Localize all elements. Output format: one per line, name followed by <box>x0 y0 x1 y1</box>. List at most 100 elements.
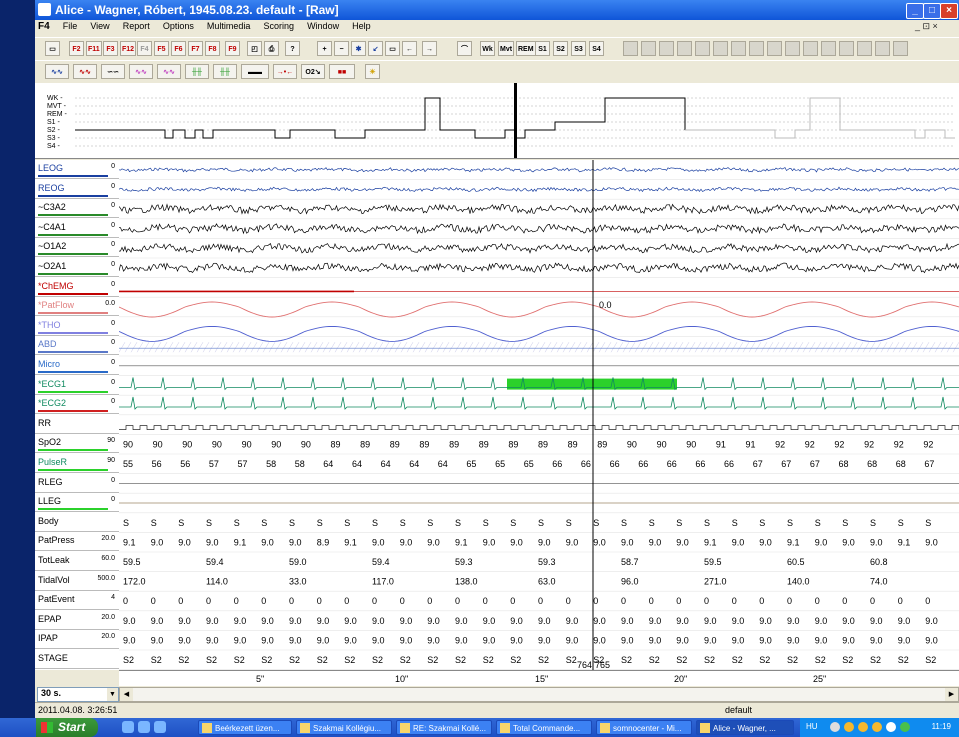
channel-row[interactable]: ~C3A2 0 <box>35 199 119 219</box>
tray-icon[interactable] <box>886 722 896 732</box>
event-ecg-icon[interactable]: ╫╫ <box>185 64 209 79</box>
event-eeg-icon[interactable]: ∿∿ <box>45 64 69 79</box>
blank-button[interactable] <box>677 41 692 56</box>
task-button-active[interactable]: Alice - Wagner, ... <box>696 720 794 735</box>
zoom-in-icon[interactable]: + <box>317 41 332 56</box>
lightbulb-icon[interactable]: ☀ <box>365 64 380 79</box>
channel-row[interactable]: *ECG2 0 <box>35 395 119 415</box>
event-resp-icon[interactable]: ∿∿ <box>129 64 153 79</box>
print-icon[interactable]: ⎙ <box>264 41 279 56</box>
maximize-button[interactable]: □ <box>923 3 941 19</box>
event-o2-button[interactable]: O2↘ <box>301 64 325 79</box>
blank-button[interactable] <box>695 41 710 56</box>
channel-row[interactable]: PatEvent 4 <box>35 591 119 611</box>
channel-row[interactable]: TidalVol 500.0 <box>35 572 119 591</box>
menu-options[interactable]: Options <box>158 20 199 32</box>
chevron-down-icon[interactable]: ▼ <box>107 688 118 701</box>
scroll-right-icon[interactable]: ▶ <box>945 688 958 701</box>
blank-button[interactable] <box>839 41 854 56</box>
scale-up-icon[interactable]: ✱ <box>351 41 366 56</box>
channel-row[interactable]: RLEG 0 <box>35 474 119 493</box>
channel-row[interactable]: REOG 0 <box>35 180 119 199</box>
toolbar-f9[interactable]: F9 <box>225 41 240 56</box>
channel-row[interactable]: TotLeak 60.0 <box>35 552 119 571</box>
stage-s3-button[interactable]: S3 <box>571 41 586 56</box>
blank-button[interactable] <box>641 41 656 56</box>
tray-icon[interactable] <box>830 722 840 732</box>
event-ecg2-icon[interactable]: ╫╫ <box>213 64 237 79</box>
stage-s1-button[interactable]: S1 <box>535 41 550 56</box>
scale-down-icon[interactable]: ↙ <box>368 41 383 56</box>
stage-rem-button[interactable]: REM <box>516 41 536 56</box>
blank-button[interactable] <box>893 41 908 56</box>
tray-icon[interactable] <box>900 722 910 732</box>
blank-button[interactable] <box>821 41 836 56</box>
close-button[interactable]: × <box>940 3 958 19</box>
event-flow-icon[interactable]: ∽∽ <box>101 64 125 79</box>
language-indicator[interactable]: HU <box>806 722 818 731</box>
stage-s4-button[interactable]: S4 <box>589 41 604 56</box>
menu-scoring[interactable]: Scoring <box>258 20 299 32</box>
back-arrow-icon[interactable]: ← <box>402 41 417 56</box>
epoch-length-select[interactable]: 30 s. ▼ <box>37 687 119 702</box>
channel-row[interactable]: IPAP 20.0 <box>35 630 119 650</box>
signal-plot[interactable]: 90 90 90 90 90 90 90 89 89 89 89 89 89 89 89 89 89 90 90 90… <box>119 160 959 670</box>
minimize-button[interactable]: _ <box>906 3 924 19</box>
blank-button[interactable] <box>713 41 728 56</box>
stage-s2-button[interactable]: S2 <box>553 41 568 56</box>
grid-icon[interactable]: ▭ <box>385 41 400 56</box>
hypnogram[interactable]: WK - MVT - REM - S1 - S2 - S3 - S4 - <box>35 83 959 159</box>
channel-row[interactable]: SpO2 90 <box>35 434 119 454</box>
stage-wk-button[interactable]: Wk <box>480 41 495 56</box>
help-icon[interactable]: ? <box>285 41 300 56</box>
tray-icon[interactable] <box>858 722 868 732</box>
toolbar-f3[interactable]: F3 <box>103 41 118 56</box>
preview-icon[interactable]: ◰ <box>247 41 262 56</box>
blank-button[interactable] <box>875 41 890 56</box>
forward-arrow-icon[interactable]: → <box>422 41 437 56</box>
menu-view[interactable]: View <box>85 20 114 32</box>
blank-button[interactable] <box>767 41 782 56</box>
mdi-controls[interactable]: _ ⊡ × <box>915 21 938 32</box>
scroll-left-icon[interactable]: ◀ <box>120 688 133 701</box>
event-limb-icon[interactable]: →•← <box>273 64 297 79</box>
channel-row[interactable]: *PatFlow 0.0 <box>35 297 119 317</box>
title-bar[interactable]: Alice - Wagner, Róbert, 1945.08.23. defa… <box>35 0 959 20</box>
toolbar-f4[interactable]: F4 <box>137 41 152 56</box>
menu-report[interactable]: Report <box>118 20 155 32</box>
event-snore-icon[interactable]: ■■ <box>329 64 355 79</box>
blank-button[interactable] <box>803 41 818 56</box>
start-button[interactable]: Start <box>36 718 98 737</box>
channel-row[interactable]: PatPress 20.0 <box>35 532 119 552</box>
channel-row[interactable]: LEOG 0 <box>35 160 119 179</box>
blank-button[interactable] <box>785 41 800 56</box>
open-icon[interactable]: ▭ <box>45 41 60 56</box>
menu-file[interactable]: File <box>58 20 83 32</box>
channel-row[interactable]: Micro 0 <box>35 356 119 375</box>
menu-multimedia[interactable]: Multimedia <box>202 20 256 32</box>
menu-f4[interactable]: F4 <box>35 20 55 33</box>
tray-icon[interactable] <box>844 722 854 732</box>
quicklaunch-icon[interactable] <box>122 721 134 733</box>
toolbar-f2[interactable]: F2 <box>69 41 84 56</box>
toolbar-f5[interactable]: F5 <box>154 41 169 56</box>
event-arousal-icon[interactable]: ∿∿ <box>157 64 181 79</box>
toolbar-f6[interactable]: F6 <box>171 41 186 56</box>
channel-row[interactable]: STAGE <box>35 650 119 669</box>
menu-window[interactable]: Window <box>302 20 344 32</box>
blank-button[interactable] <box>749 41 764 56</box>
stage-mvt-button[interactable]: Mvt <box>498 41 515 56</box>
toolbar-f7[interactable]: F7 <box>188 41 203 56</box>
event-leg-icon[interactable]: ▬▬ <box>241 64 269 79</box>
horizontal-scrollbar[interactable]: ◀ ▶ <box>119 687 959 702</box>
channel-row[interactable]: ~O1A2 0 <box>35 238 119 258</box>
quicklaunch-icon[interactable] <box>138 721 150 733</box>
channel-row[interactable]: LLEG 0 <box>35 493 119 513</box>
task-button[interactable]: RE: Szakmai Kollé... <box>396 720 492 735</box>
channel-row[interactable]: ~O2A1 0 <box>35 258 119 277</box>
channel-row[interactable]: ABD 0 <box>35 336 119 356</box>
toolbar-f12[interactable]: F12 <box>120 41 137 56</box>
blank-button[interactable] <box>731 41 746 56</box>
blank-button[interactable] <box>623 41 638 56</box>
zoom-out-icon[interactable]: − <box>334 41 349 56</box>
